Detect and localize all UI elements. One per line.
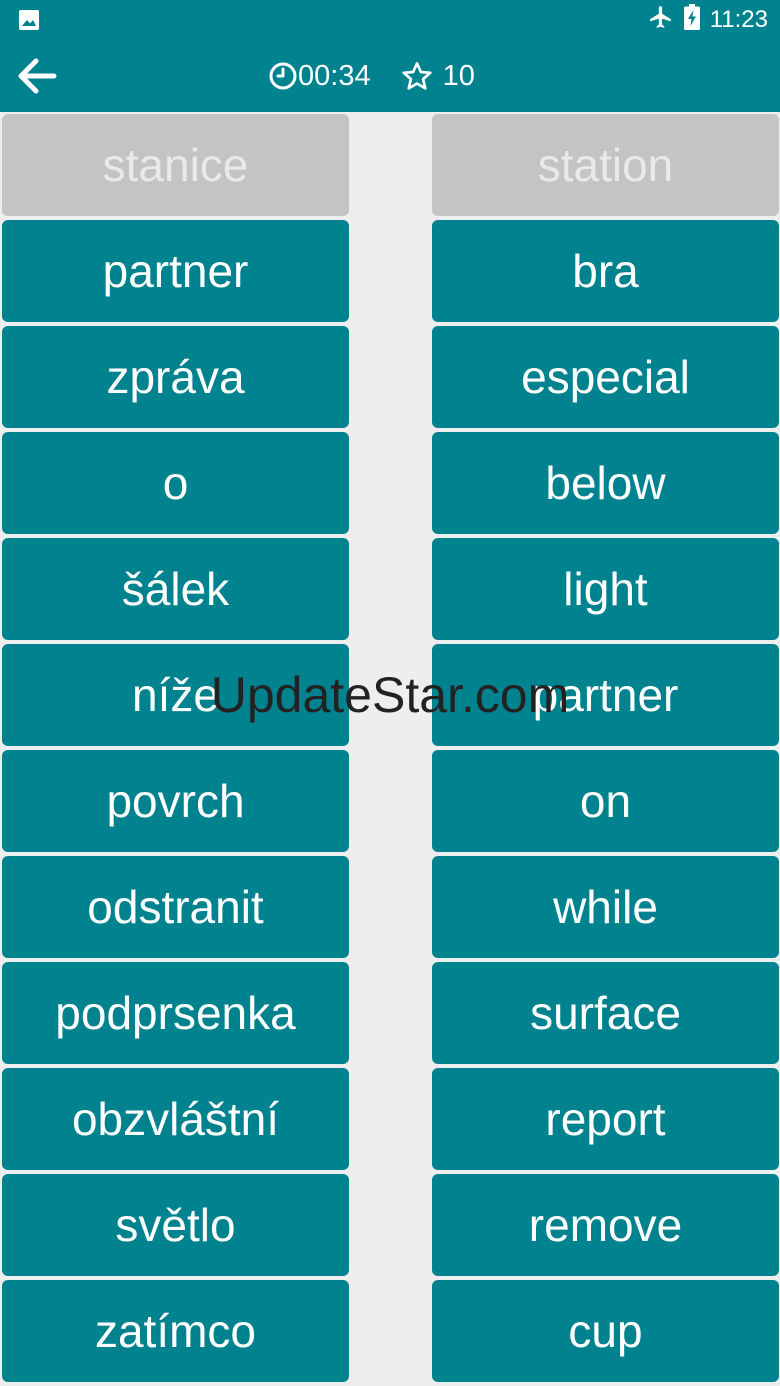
status-bar: 11:23 — [0, 0, 780, 40]
czech-word-tile[interactable]: podprsenka — [2, 962, 349, 1064]
czech-word-tile[interactable]: šálek — [2, 538, 349, 640]
czech-word-label: povrch — [106, 775, 245, 827]
czech-word-label: níže — [132, 669, 219, 721]
english-word-label: report — [545, 1093, 666, 1145]
english-word-tile[interactable]: bra — [432, 220, 779, 322]
czech-word-tile[interactable]: zatímco — [2, 1280, 349, 1382]
english-word-label: while — [553, 881, 658, 933]
star-outline-icon — [401, 62, 432, 90]
czech-word-label: odstranit — [87, 881, 264, 933]
czech-word-tile[interactable]: světlo — [2, 1174, 349, 1276]
english-word-label: cup — [568, 1305, 643, 1357]
english-word-tile[interactable]: especial — [432, 326, 779, 428]
english-word-tile: station — [432, 114, 779, 216]
english-word-label: on — [579, 775, 632, 827]
czech-word-tile[interactable]: zpráva — [2, 326, 349, 428]
czech-word-label: partner — [102, 245, 249, 297]
score-value: 10 — [442, 59, 475, 92]
english-word-label: surface — [530, 987, 681, 1039]
czech-word-label: obzvláštní — [71, 1093, 280, 1145]
english-word-tile[interactable]: cup — [432, 1280, 779, 1382]
english-word-label: station — [537, 139, 674, 191]
czech-word-tile[interactable]: o — [2, 432, 349, 534]
english-word-label: remove — [528, 1199, 683, 1251]
english-word-label: below — [545, 457, 666, 509]
english-word-label: bra — [572, 245, 639, 297]
czech-word-tile[interactable]: obzvláštní — [2, 1068, 349, 1170]
toolbar: 00:34 10 — [0, 40, 780, 112]
czech-word-tile[interactable]: níže — [2, 644, 349, 746]
image-icon — [18, 9, 40, 36]
czech-word-label: zatímco — [94, 1305, 257, 1357]
english-word-tile[interactable]: on — [432, 750, 779, 852]
czech-word-tile[interactable]: partner — [2, 220, 349, 322]
czech-word-label: světlo — [115, 1199, 236, 1251]
english-word-tile[interactable]: partner — [432, 644, 779, 746]
czech-word-tile[interactable]: odstranit — [2, 856, 349, 958]
clock-time: 11:23 — [709, 6, 768, 33]
airplane-icon — [648, 4, 674, 37]
score: 10 — [401, 60, 475, 93]
timer: 00:34 — [268, 60, 371, 93]
english-word-label: especial — [521, 351, 690, 403]
english-word-column: station bra especial below light partner on whi… — [432, 114, 779, 1386]
czech-word-label: podprsenka — [55, 987, 296, 1039]
english-word-label: partner — [532, 669, 679, 721]
back-button[interactable] — [14, 53, 60, 99]
czech-word-label: zpráva — [106, 351, 245, 403]
clock-icon — [269, 62, 297, 90]
english-word-label: light — [563, 563, 648, 615]
timer-value: 00:34 — [298, 59, 371, 92]
czech-word-label: o — [162, 457, 189, 509]
word-match-grid: stanice partner zpráva o šálek níže povrch odst… — [0, 112, 780, 1386]
battery-charging-icon — [683, 3, 700, 37]
english-word-tile[interactable]: while — [432, 856, 779, 958]
arrow-back-icon — [18, 58, 57, 94]
english-word-tile[interactable]: light — [432, 538, 779, 640]
english-word-tile[interactable]: surface — [432, 962, 779, 1064]
czech-word-column: stanice partner zpráva o šálek níže povrch odst… — [2, 114, 349, 1386]
czech-word-tile[interactable]: povrch — [2, 750, 349, 852]
czech-word-tile: stanice — [2, 114, 349, 216]
czech-word-label: stanice — [102, 139, 249, 191]
czech-word-label: šálek — [121, 563, 230, 615]
english-word-tile[interactable]: report — [432, 1068, 779, 1170]
english-word-tile[interactable]: remove — [432, 1174, 779, 1276]
english-word-tile[interactable]: below — [432, 432, 779, 534]
